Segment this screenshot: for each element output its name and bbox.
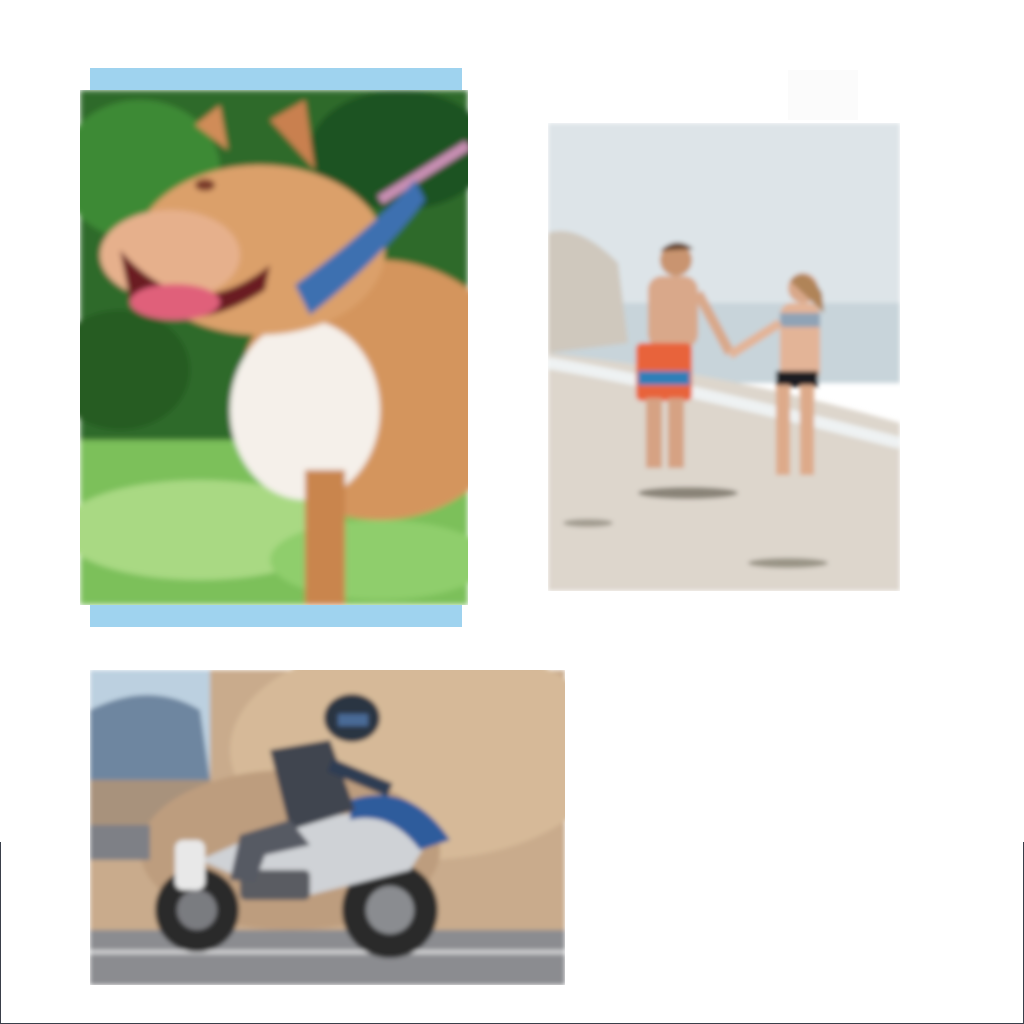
dog-photo-top-strip	[90, 68, 462, 90]
motorcycle-photo[interactable]	[90, 670, 565, 985]
faint-placeholder-block	[788, 70, 858, 120]
beach-couple-photo[interactable]	[548, 123, 900, 591]
photo-collage	[0, 0, 1024, 1024]
dog-photo-bottom-strip	[90, 605, 462, 627]
dog-photo[interactable]	[80, 90, 468, 605]
